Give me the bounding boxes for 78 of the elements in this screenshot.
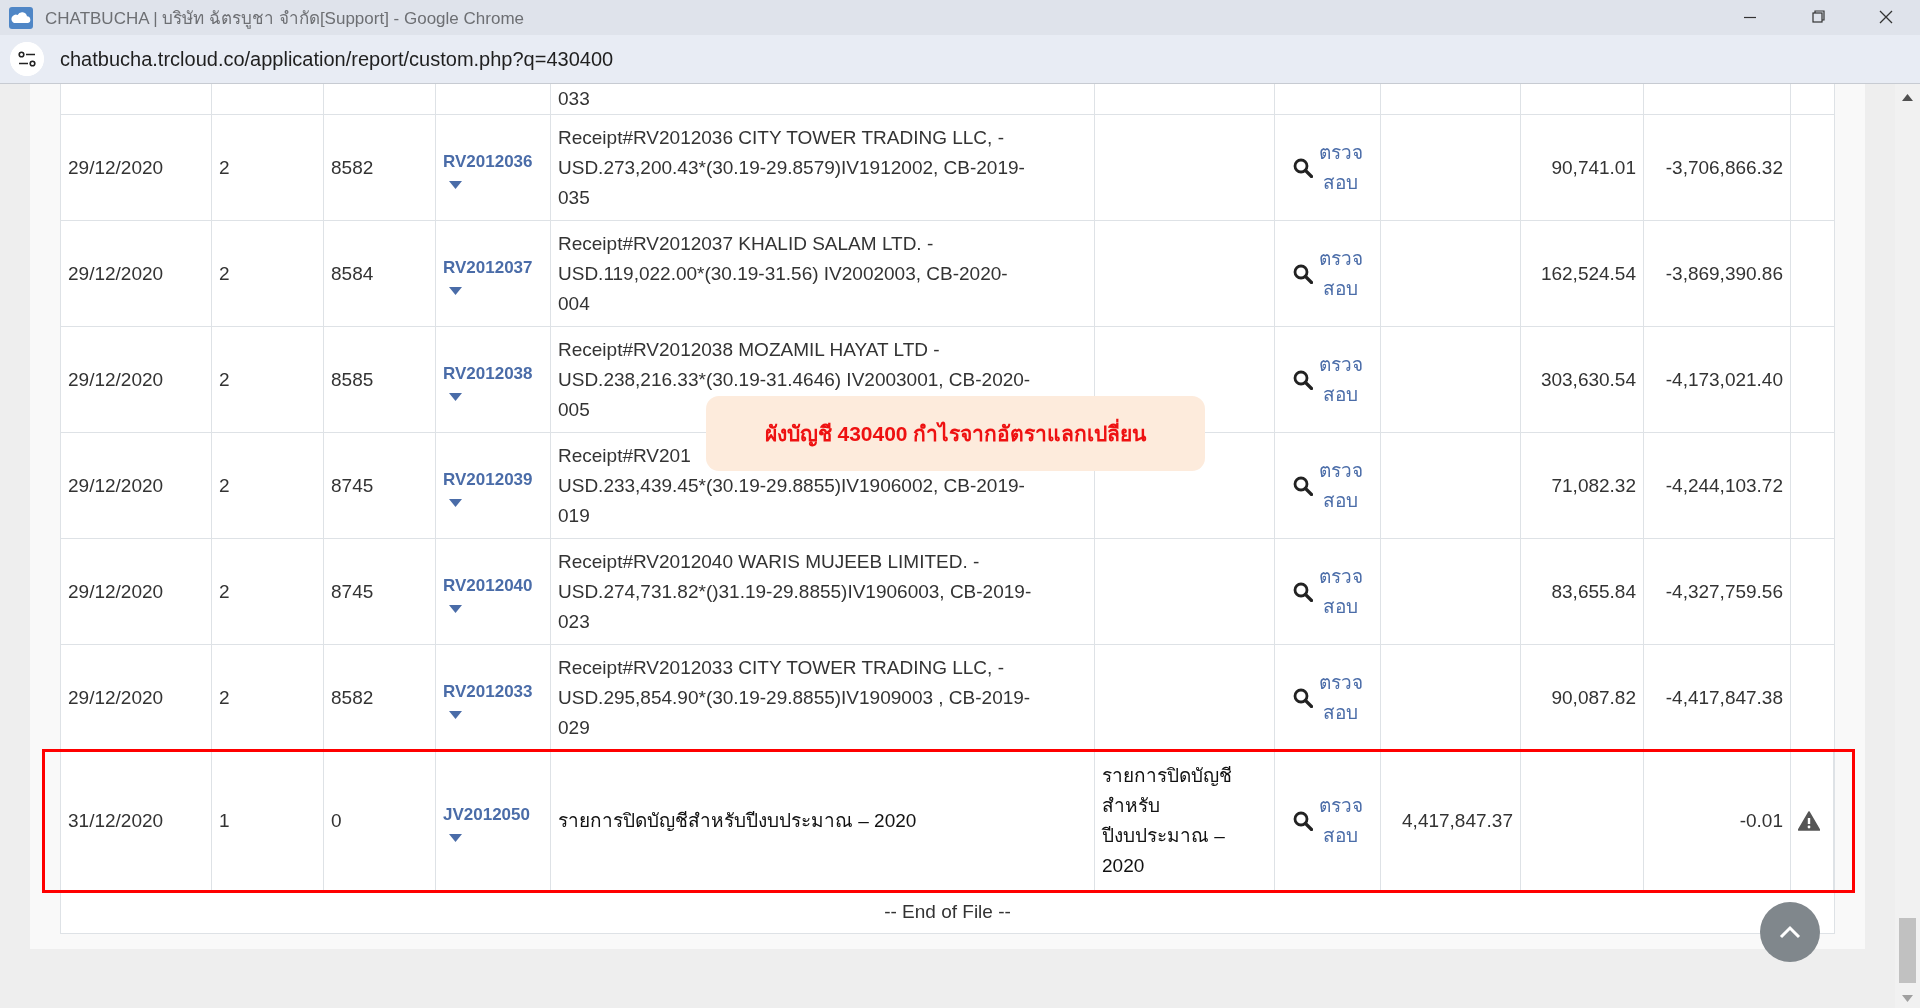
check-link[interactable]: ตรวจ สอบ [1318, 790, 1363, 851]
document-link[interactable]: RV2012040 [443, 570, 533, 601]
table-cell-text: 8745 [331, 473, 374, 498]
table-cell-text: 29/12/2020 [68, 473, 164, 498]
search-icon[interactable] [1292, 810, 1313, 831]
document-link[interactable]: JV2012050 [443, 799, 530, 830]
table-cell-text: 1 [219, 808, 230, 833]
caret-icon[interactable] [449, 286, 462, 295]
caret-icon[interactable] [449, 604, 462, 613]
table-cell-text: -4,244,103.72 [1665, 473, 1783, 498]
search-icon[interactable] [1292, 687, 1313, 708]
table-cell-text: รายการปิดบัญชี สำหรับ ปีงบประมาณ – 2020 [1102, 763, 1232, 878]
table-cell-text: -4,417,847.38 [1665, 685, 1783, 710]
window-title: CHATBUCHA | บริษัท ฉัตรบูชา จำกัด[Support] - Google Chrome [45, 8, 524, 31]
app-logo-icon [9, 6, 33, 29]
table-cell-text: 29/12/2020 [68, 155, 164, 180]
end-of-file-text: -- End of File -- [884, 901, 1011, 923]
search-icon[interactable] [1292, 581, 1313, 602]
table-cell-text: Receipt#RV2012033 CITY TOWER TRADING LLC, - USD.295,854.90*(30.19-29.8855)IV1909003 , CB-2019- 029 [558, 655, 1031, 740]
table-cell-text: 033 [558, 87, 590, 111]
document-link[interactable]: RV2012036 [443, 146, 533, 177]
table-cell-text: 29/12/2020 [68, 261, 164, 286]
table-cell-text: 29/12/2020 [68, 685, 164, 710]
scroll-up-icon[interactable] [1902, 94, 1913, 101]
table-cell-text: -3,869,390.86 [1665, 261, 1783, 286]
table-cell-text: 8584 [331, 261, 374, 286]
table-cell-text: 71,082.32 [1551, 473, 1636, 498]
table-cell-text: 2 [219, 473, 230, 498]
table-cell-text: 8585 [331, 367, 374, 392]
document-link[interactable]: RV2012038 [443, 358, 533, 389]
table-cell-text: 2 [219, 155, 230, 180]
table-cell-text: 2 [219, 685, 230, 710]
table-cell-text: Receipt#RV2012037 KHALID SALAM LTD. - USD.119,022.00*(30.19-31.56) IV2002003, CB-2020- 004 [558, 231, 1008, 316]
table-cell-text: -4,173,021.40 [1665, 367, 1783, 392]
callout-note: ผังบัญชี 430400 กำไรจากอัตราแลกเปลี่ยน [706, 396, 1205, 471]
check-link[interactable]: ตรวจ สอบ [1318, 455, 1363, 516]
table-cell-text: 8582 [331, 155, 374, 180]
caret-icon[interactable] [449, 498, 462, 507]
table-cell-text: -0.01 [1739, 808, 1783, 833]
table-cell-text: 90,741.01 [1551, 155, 1636, 180]
table-cell-text: 2 [219, 261, 230, 286]
table-cell-text: 4,417,847.37 [1402, 808, 1513, 833]
caret-icon[interactable] [449, 392, 462, 401]
search-icon[interactable] [1292, 263, 1313, 284]
table-cell-text: 29/12/2020 [68, 367, 164, 392]
caret-icon[interactable] [449, 833, 462, 842]
table-cell-text: 303,630.54 [1540, 367, 1636, 392]
search-icon[interactable] [1292, 475, 1313, 496]
check-link[interactable]: ตรวจ สอบ [1318, 243, 1363, 304]
scrollbar-thumb[interactable] [1899, 918, 1916, 983]
table-cell-text: 31/12/2020 [68, 808, 164, 833]
table-cell-text: รายการปิดบัญชีสำหรับปีงบประมาณ – 2020 [558, 808, 917, 833]
table-cell-text: -4,327,759.56 [1665, 579, 1783, 604]
table-cell-text: Receipt#RV2012036 CITY TOWER TRADING LLC, - USD.273,200.43*(30.19-29.8579)IV1912002, CB-2019- 035 [558, 125, 1025, 210]
table-cell-text: 0 [331, 808, 342, 833]
table-cell-text: 2 [219, 367, 230, 392]
check-link[interactable]: ตรวจ สอบ [1318, 137, 1363, 198]
check-link[interactable]: ตรวจ สอบ [1318, 561, 1363, 622]
document-link[interactable]: RV2012033 [443, 676, 533, 707]
table-cell-text: 29/12/2020 [68, 579, 164, 604]
check-link[interactable]: ตรวจ สอบ [1318, 349, 1363, 410]
caret-icon[interactable] [449, 710, 462, 719]
document-link[interactable]: RV2012037 [443, 252, 533, 283]
table-cell-text: 2 [219, 579, 230, 604]
table-cell-text: 90,087.82 [1551, 685, 1636, 710]
table-cell-text: -3,706,866.32 [1665, 155, 1783, 180]
table-cell-text: Receipt#RV2012040 WARIS MUJEEB LIMITED. - USD.274,731.82*()31.19-29.8855)IV1906003, CB-2019- 023 [558, 549, 1032, 634]
chevron-up-icon [1779, 925, 1801, 939]
url-text[interactable]: chatbucha.trcloud.co/application/report/custom.php?q=430400 [60, 47, 614, 71]
table-cell-text: 162,524.54 [1540, 261, 1636, 286]
document-link[interactable]: RV2012039 [443, 464, 533, 495]
search-icon[interactable] [1292, 157, 1313, 178]
table-cell-text: 8745 [331, 579, 374, 604]
check-link[interactable]: ตรวจ สอบ [1318, 667, 1363, 728]
search-icon[interactable] [1292, 369, 1313, 390]
table-cell-text: 8582 [331, 685, 374, 710]
caret-icon[interactable] [449, 180, 462, 189]
table-cell-text: 83,655.84 [1551, 579, 1636, 604]
